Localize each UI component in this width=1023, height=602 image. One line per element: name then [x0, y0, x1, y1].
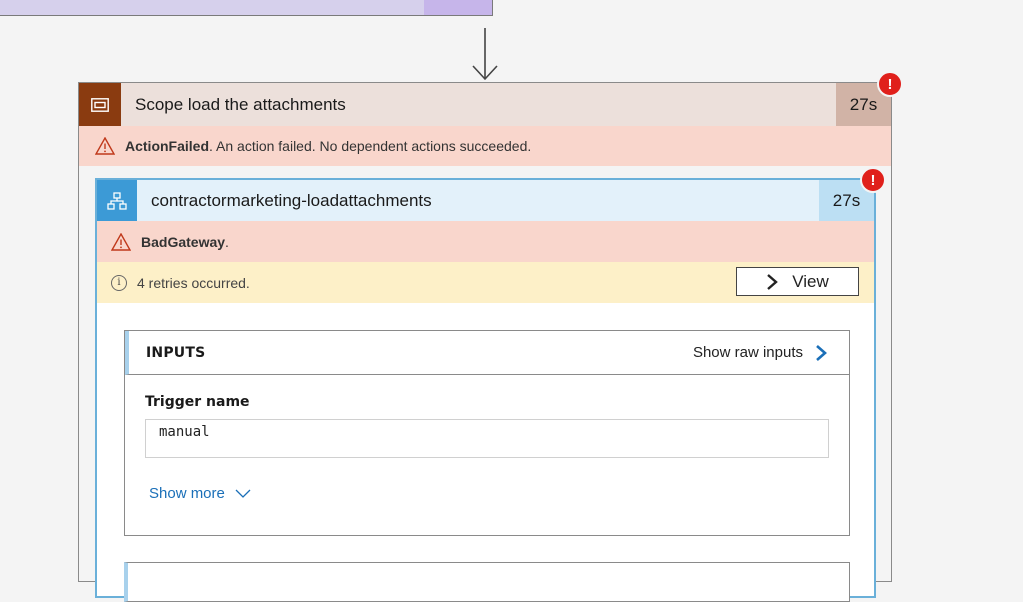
view-retries-button[interactable]: View — [736, 267, 859, 296]
scope-error-message: . An action failed. No dependent actions… — [209, 138, 532, 154]
scope-header[interactable]: Scope load the attachments 27s — [79, 83, 891, 126]
chevron-right-icon — [816, 345, 827, 361]
action-error-banner: BadGateway . — [97, 221, 874, 262]
previous-step-duration-cell — [424, 0, 492, 15]
show-raw-inputs-label: Show raw inputs — [692, 344, 803, 361]
chevron-down-icon — [235, 489, 251, 498]
previous-step-card[interactable] — [0, 0, 493, 16]
retries-banner: i 4 retries occurred. View — [97, 262, 874, 303]
scope-error-badge: ! — [877, 71, 903, 97]
show-more-link[interactable]: Show more — [149, 485, 251, 502]
warning-icon — [95, 137, 115, 155]
scope-card[interactable]: Scope load the attachments 27s ActionFai… — [78, 82, 892, 602]
show-more-label: Show more — [149, 485, 225, 502]
info-icon: i — [111, 274, 127, 291]
action-error-code: BadGateway — [141, 233, 226, 250]
action-header[interactable]: contractormarketing-loadattachments 27s — [97, 180, 874, 221]
show-raw-inputs-link[interactable]: Show raw inputs — [693, 331, 827, 375]
scope-title: Scope load the attachments — [135, 95, 346, 114]
scope-icon — [79, 83, 121, 126]
action-error-suffix: . — [225, 233, 229, 250]
action-error-badge: ! — [860, 167, 886, 193]
retries-text: 4 retries occurred. — [137, 274, 250, 291]
inputs-panel: INPUTS Show raw inputs Trigger name manu… — [124, 330, 850, 536]
outputs-panel — [124, 562, 850, 602]
chevron-right-icon — [767, 273, 779, 290]
flow-arrow-icon — [472, 28, 498, 81]
workflow-icon — [97, 180, 137, 221]
trigger-name-label: Trigger name — [145, 394, 250, 410]
scope-error-code: ActionFailed — [125, 138, 210, 154]
action-card[interactable]: contractormarketing-loadattachments 27s … — [95, 178, 876, 602]
trigger-name-value: manual — [145, 419, 829, 458]
action-title: contractormarketing-loadattachments — [151, 191, 432, 210]
scope-error-banner: ActionFailed . An action failed. No depe… — [79, 126, 891, 166]
inputs-heading: INPUTS — [146, 345, 206, 361]
warning-icon — [111, 232, 131, 251]
inputs-panel-header: INPUTS Show raw inputs — [125, 331, 849, 375]
view-button-label: View — [792, 271, 829, 291]
